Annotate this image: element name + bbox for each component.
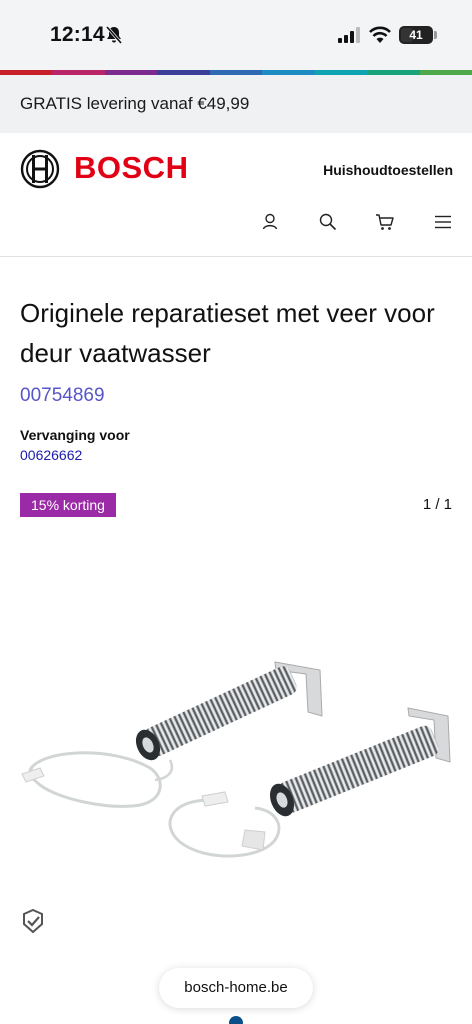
replacement-product-link[interactable]: 00626662 (20, 447, 82, 463)
nav-huishoudtoestellen[interactable]: Huishoudtoestellen (323, 162, 453, 178)
status-time: 12:14 (50, 23, 105, 46)
product-number: 00754869 (20, 385, 105, 406)
battery-percentage: 41 (409, 28, 423, 42)
replacement-label: Vervanging voor (20, 427, 130, 443)
gallery-counter: 1 / 1 (422, 496, 452, 513)
cellular-signal-icon (338, 27, 360, 43)
promo-text: GRATIS levering vanaf €49,99 (20, 94, 250, 113)
wifi-icon (369, 26, 391, 43)
promo-bar[interactable]: GRATIS levering vanaf €49,99 (0, 75, 472, 133)
battery-icon: 41 (399, 26, 433, 44)
compare-check-icon[interactable] (20, 908, 46, 934)
search-icon[interactable] (317, 211, 339, 233)
cart-icon[interactable] (374, 211, 396, 233)
status-bar: 12:14 41 (0, 0, 472, 70)
user-icon[interactable] (259, 211, 281, 233)
home-indicator-dot (229, 1016, 243, 1024)
product-title: Originele reparatieset met veer voor deu… (20, 298, 435, 368)
menu-icon[interactable] (432, 211, 454, 233)
site-header: BOSCH Huishoudtoestellen (0, 133, 472, 257)
battery-tip (434, 31, 437, 39)
bosch-armature-logo-icon[interactable] (20, 149, 60, 189)
product-image[interactable] (20, 650, 452, 880)
bosch-logo-text[interactable]: BOSCH (74, 150, 188, 186)
discount-badge: 15% korting (20, 493, 116, 517)
browser-url-bar[interactable]: bosch-home.be (159, 968, 313, 1008)
bell-muted-icon (105, 26, 123, 44)
